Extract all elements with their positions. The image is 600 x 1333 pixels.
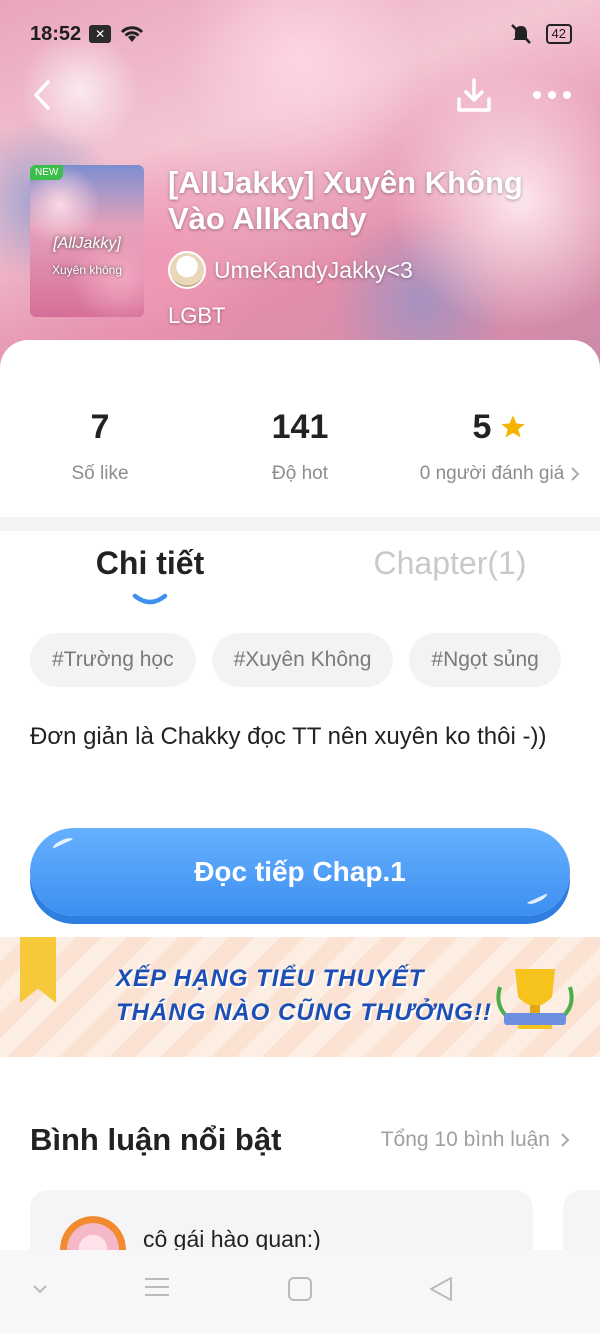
tag-chip[interactable]: #Xuyên Không [211, 633, 394, 687]
tab-chapters[interactable]: Chapter(1) [300, 545, 600, 582]
book-description: Đơn giản là Chakky đọc TT nên xuyên ko t… [30, 723, 547, 750]
comments-count: Tổng 10 bình luận [380, 1128, 550, 1151]
promo-banner[interactable]: XẾP HẠNG TIỂU THUYẾT THÁNG NÀO CŨNG THƯỞ… [0, 937, 600, 1057]
nav-collapse-button[interactable] [32, 1284, 48, 1294]
tab-details[interactable]: Chi tiết [0, 545, 300, 582]
likes-value: 7 [90, 407, 110, 446]
chevron-down-icon [33, 1285, 47, 1294]
author-avatar[interactable] [168, 251, 206, 289]
download-button[interactable] [456, 77, 492, 113]
back-triangle-icon [430, 1277, 452, 1301]
trophy-icon [496, 969, 574, 1029]
system-navigation-bar [0, 1250, 600, 1333]
spacer [0, 1057, 600, 1117]
author-name[interactable]: UmeKandyJakky<3 [214, 257, 413, 284]
chevron-right-icon [561, 1133, 570, 1147]
back-arrow-icon [34, 80, 50, 110]
chevron-right-icon [571, 467, 580, 481]
back-button[interactable] [24, 73, 60, 117]
book-title: [AllJakky] Xuyên Không Vào AllKandy [168, 165, 523, 236]
battery-indicator: 42 [545, 24, 572, 44]
download-icon [457, 78, 491, 112]
hot-label: Độ hot [272, 463, 328, 484]
wifi-icon [121, 26, 144, 42]
continue-reading-button[interactable]: Đọc tiếp Chap.1 [30, 828, 570, 916]
button-shine-icon [525, 889, 549, 907]
menu-icon [145, 1278, 169, 1296]
comments-count-link[interactable]: Tổng 10 bình luận [381, 1128, 570, 1152]
tag-chip[interactable]: #Ngọt sủng [409, 633, 561, 687]
section-divider [0, 517, 600, 531]
bookmark-ribbon-icon [20, 937, 56, 1003]
cover-title: [AllJakky] [53, 235, 121, 252]
hot-value: 141 [271, 407, 329, 446]
stat-likes: 7 Số like [0, 405, 200, 485]
tag-list: #Trường học #Xuyên Không #Ngọt sủng [30, 633, 561, 687]
cover-subtitle: Xuyên không [51, 263, 123, 277]
stat-hot: 141 Độ hot [200, 405, 400, 485]
comments-title: Bình luận nổi bật [30, 1122, 282, 1157]
book-cover[interactable]: NEW [AllJakky] Xuyên không [30, 165, 144, 317]
header-background: 18:52 ✕ 42 NEW [AllJakky] Xuyên không [A… [0, 0, 600, 380]
nav-home-button[interactable] [287, 1276, 313, 1302]
more-dots-icon [533, 91, 571, 99]
stats-row: 7 Số like 141 Độ hot 5 0 người đánh giá [0, 405, 600, 485]
continue-reading-label: Đọc tiếp Chap.1 [194, 856, 406, 887]
banner-line-2: THÁNG NÀO CŨNG THƯỞNG!! [116, 999, 492, 1026]
stat-rating[interactable]: 5 0 người đánh giá [400, 405, 600, 485]
star-icon [501, 415, 526, 438]
book-category: LGBT [168, 303, 226, 328]
banner-line-1: XẾP HẠNG TIỂU THUYẾT [116, 965, 425, 992]
rating-value: 5 [472, 407, 492, 446]
status-bar: 18:52 ✕ 42 [30, 18, 572, 50]
comments-header: Bình luận nổi bật Tổng 10 bình luận [30, 1122, 570, 1158]
rating-label: 0 người đánh giá [419, 463, 565, 484]
status-time: 18:52 [30, 22, 82, 45]
notification-icon: ✕ [89, 25, 112, 43]
likes-label: Số like [71, 463, 129, 484]
commenter-name: cô gái hào quan:) [143, 1226, 321, 1252]
tab-bar: Chi tiết Chapter(1) [0, 545, 600, 582]
home-square-icon [288, 1277, 312, 1301]
tag-chip[interactable]: #Trường học [30, 633, 196, 687]
more-options-button[interactable] [532, 90, 572, 100]
new-badge: NEW [30, 165, 64, 180]
button-shine-icon [51, 835, 75, 853]
nav-back-button[interactable] [428, 1276, 454, 1302]
nav-menu-button[interactable] [144, 1276, 170, 1298]
author-row[interactable]: UmeKandyJakky<3 [168, 251, 570, 289]
mute-vibrate-icon [510, 24, 531, 44]
tab-indicator-icon [132, 593, 168, 605]
